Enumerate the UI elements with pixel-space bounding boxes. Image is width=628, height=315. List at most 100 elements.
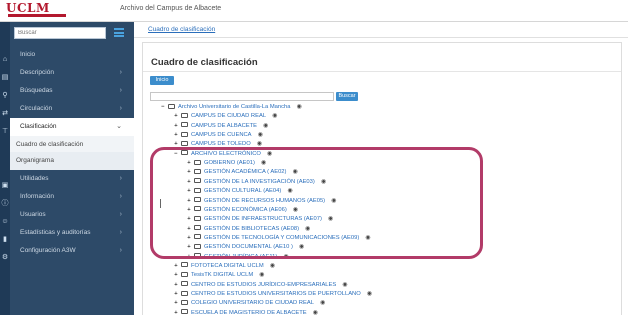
sidebar-item[interactable]: Búsquedas › bbox=[10, 82, 134, 100]
sitemap-icon[interactable]: ⊤ bbox=[1, 128, 9, 136]
sidebar-icon-strip: ⌂ ▤ ⚲ ⇄ ⊤ ▣ ⓘ ☺ ▮ ⚙ bbox=[0, 22, 10, 315]
sidebar-item[interactable]: Utilidades › bbox=[10, 170, 134, 188]
users-icon[interactable]: ☺ bbox=[1, 218, 9, 226]
chevron-right-icon: › bbox=[119, 175, 122, 182]
folder-icon bbox=[181, 281, 188, 287]
expand-icon[interactable]: + bbox=[173, 271, 179, 279]
expand-icon[interactable]: + bbox=[173, 131, 179, 139]
divider bbox=[143, 71, 621, 72]
buscar-button[interactable]: Buscar bbox=[336, 92, 358, 101]
tree-node[interactable]: + CAMPUS DE CUENCA ◉ bbox=[173, 131, 263, 139]
tree-node[interactable]: + CENTRO DE ESTUDIOS JURÍDICO-EMPRESARIAL… bbox=[173, 281, 348, 289]
view-eye-icon[interactable]: ◉ bbox=[313, 309, 318, 315]
document-icon[interactable]: ▤ bbox=[1, 74, 9, 82]
bar-chart-icon[interactable]: ▮ bbox=[1, 236, 9, 244]
tree-node[interactable]: + CAMPUS DE CIUDAD REAL ◉ bbox=[173, 112, 277, 120]
tree-node[interactable]: + FOTOTECA DIGITAL UCLM ◉ bbox=[173, 262, 275, 270]
breadcrumb[interactable]: Cuadro de clasificación bbox=[148, 26, 215, 33]
folder-icon bbox=[181, 299, 188, 305]
view-eye-icon[interactable]: ◉ bbox=[259, 271, 264, 279]
highlight-annotation bbox=[150, 147, 483, 259]
collapse-icon[interactable]: − bbox=[160, 103, 166, 111]
view-eye-icon[interactable]: ◉ bbox=[296, 103, 301, 111]
chevron-right-icon: › bbox=[119, 87, 122, 94]
chevron-right-icon: › bbox=[119, 193, 122, 200]
expand-icon[interactable]: + bbox=[173, 262, 179, 270]
sidebar-search-input[interactable] bbox=[15, 28, 105, 38]
expand-icon[interactable]: + bbox=[173, 290, 179, 298]
sidebar-item[interactable]: Clasificación ⌄ bbox=[10, 118, 134, 136]
sidebar-item[interactable]: Inicio bbox=[10, 46, 134, 64]
folder-icon bbox=[181, 262, 188, 268]
info-icon[interactable]: ⓘ bbox=[1, 200, 9, 208]
app-title: Archivo del Campus de Albacete bbox=[120, 5, 222, 12]
tree-node-label[interactable]: Archivo Universitario de Castilla-La Man… bbox=[178, 104, 290, 110]
expand-icon[interactable]: + bbox=[173, 112, 179, 120]
tree-node-label[interactable]: CENTRO DE ESTUDIOS JURÍDICO-EMPRESARIALE… bbox=[191, 282, 336, 288]
folder-icon bbox=[181, 309, 188, 315]
sidebar-item[interactable]: Usuarios › bbox=[10, 206, 134, 224]
sidebar-item-label: Organigrama bbox=[16, 157, 54, 164]
tree-node-label[interactable]: ESCUELA DE MAGISTERIO DE ALBACETE bbox=[191, 310, 307, 315]
folder-icon bbox=[181, 112, 188, 118]
tree-node[interactable]: + TesisTK DIGITAL UCLM ◉ bbox=[173, 271, 264, 279]
expand-icon[interactable]: + bbox=[173, 281, 179, 289]
sidebar-item-label: Estadísticas y auditorías bbox=[20, 229, 91, 236]
sidebar-item[interactable]: Descripción › bbox=[10, 64, 134, 82]
transfer-icon[interactable]: ⇄ bbox=[1, 110, 9, 118]
view-eye-icon[interactable]: ◉ bbox=[342, 281, 347, 289]
tree-node-label[interactable]: CENTRO DE ESTUDIOS UNIVERSITARIOS DE PUE… bbox=[191, 291, 361, 297]
tree-search-input[interactable] bbox=[151, 93, 333, 101]
view-eye-icon[interactable]: ◉ bbox=[263, 122, 268, 130]
sidebar-item[interactable]: Organigrama bbox=[10, 152, 134, 170]
tree-node[interactable]: + ESCUELA DE MAGISTERIO DE ALBACETE ◉ bbox=[173, 309, 318, 315]
text-cursor bbox=[160, 199, 161, 208]
tree-node-label[interactable]: CAMPUS DE CIUDAD REAL bbox=[191, 113, 266, 119]
briefcase-icon[interactable]: ▣ bbox=[1, 182, 9, 190]
settings-icon[interactable]: ⚙ bbox=[1, 254, 9, 262]
inicio-button[interactable]: Inicio bbox=[150, 76, 174, 85]
tree-node-label[interactable]: CAMPUS DE ALBACETE bbox=[191, 123, 257, 129]
chevron-right-icon: › bbox=[119, 229, 122, 236]
chevron-right-icon: › bbox=[119, 247, 122, 254]
tree-search-field[interactable] bbox=[150, 92, 334, 101]
chevron-right-icon: › bbox=[119, 105, 122, 112]
expand-icon[interactable]: + bbox=[173, 122, 179, 130]
expand-icon[interactable]: + bbox=[173, 299, 179, 307]
view-eye-icon[interactable]: ◉ bbox=[258, 131, 263, 139]
tree-node-label[interactable]: CAMPUS DE CUENCA bbox=[191, 132, 252, 138]
tree-node[interactable]: + COLEGIO UNIVERSITARIO DE CIUDAD REAL ◉ bbox=[173, 299, 325, 307]
menu-toggle-icon[interactable] bbox=[114, 28, 124, 37]
sidebar-item-label: Circulación bbox=[20, 105, 53, 112]
sidebar-item[interactable]: Configuración A3W › bbox=[10, 242, 134, 260]
view-eye-icon[interactable]: ◉ bbox=[272, 112, 277, 120]
top-bar: UCLM Archivo del Campus de Albacete bbox=[0, 0, 628, 22]
view-eye-icon[interactable]: ◉ bbox=[367, 290, 372, 298]
view-eye-icon[interactable]: ◉ bbox=[270, 262, 275, 270]
home-icon[interactable]: ⌂ bbox=[1, 56, 9, 64]
folder-icon bbox=[181, 140, 188, 146]
sidebar-item-label: Clasificación bbox=[20, 123, 57, 130]
sidebar-item[interactable]: Información › bbox=[10, 188, 134, 206]
tree-node-label[interactable]: TesisTK DIGITAL UCLM bbox=[191, 272, 253, 278]
search-icon[interactable]: ⚲ bbox=[1, 92, 9, 100]
tree-node[interactable]: + CAMPUS DE ALBACETE ◉ bbox=[173, 122, 268, 130]
tree-node-label[interactable]: FOTOTECA DIGITAL UCLM bbox=[191, 263, 264, 269]
folder-icon bbox=[181, 122, 188, 128]
expand-icon[interactable]: + bbox=[173, 309, 179, 315]
folder-icon bbox=[181, 290, 188, 296]
tree-node[interactable]: + CENTRO DE ESTUDIOS UNIVERSITARIOS DE PU… bbox=[173, 290, 372, 298]
sidebar-item-label: Búsquedas bbox=[20, 87, 53, 94]
page-title: Cuadro de clasificación bbox=[151, 57, 258, 68]
sidebar-item[interactable]: Estadísticas y auditorías › bbox=[10, 224, 134, 242]
sidebar-item-label: Cuadro de clasificación bbox=[16, 141, 84, 148]
tree-node[interactable]: − Archivo Universitario de Castilla-La Ma… bbox=[160, 103, 302, 111]
folder-icon bbox=[181, 131, 188, 137]
view-eye-icon[interactable]: ◉ bbox=[320, 299, 325, 307]
sidebar-item-label: Usuarios bbox=[20, 211, 46, 218]
sidebar-item[interactable]: Circulación › bbox=[10, 100, 134, 118]
folder-icon bbox=[181, 271, 188, 277]
uclm-logo[interactable]: UCLM bbox=[6, 2, 70, 18]
tree-node-label[interactable]: COLEGIO UNIVERSITARIO DE CIUDAD REAL bbox=[191, 300, 314, 306]
sidebar-search[interactable] bbox=[14, 27, 106, 39]
